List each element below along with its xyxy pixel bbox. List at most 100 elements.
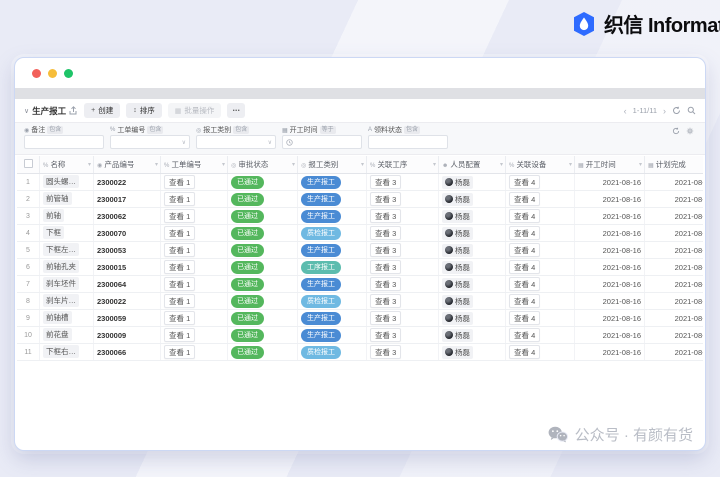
column-header-5[interactable]: ◎ 报工类别 ▾	[297, 156, 367, 174]
column-header-6[interactable]: % 关联工序 ▾	[366, 156, 439, 174]
name-cell[interactable]: 前轴槽	[39, 309, 94, 327]
name-cell[interactable]: 下框左…	[39, 241, 94, 259]
name-cell[interactable]: 前轴	[39, 207, 94, 225]
sort-button[interactable]: ↕ 排序	[126, 103, 162, 118]
share-icon[interactable]	[69, 106, 78, 115]
view-process-button[interactable]: 查看 3	[370, 209, 402, 223]
filter-operator-badge[interactable]: 包含	[233, 126, 250, 134]
search-icon[interactable]	[687, 106, 696, 115]
view-process-button[interactable]: 查看 3	[370, 328, 402, 342]
column-header-4[interactable]: ◎ 审批状态 ▾	[227, 156, 298, 174]
column-caret-icon[interactable]: ▾	[500, 161, 503, 168]
page-prev-icon[interactable]: ‹	[624, 106, 627, 116]
filter-material-status-input[interactable]	[368, 135, 448, 149]
refresh-icon[interactable]	[672, 127, 681, 136]
view-equipment-button[interactable]: 查看 4	[509, 243, 541, 257]
table-row[interactable]: 9 前轴槽 2300059 查看 1 已通过 生产报工 查看 3 杨磊 查看 4 2021-08-…	[17, 309, 703, 327]
view-equipment-button[interactable]: 查看 4	[509, 192, 541, 206]
table-row[interactable]: 11 下框右… 2300066 查看 1 已通过 质检报工 查看 3 杨磊 查看 4 2021-0…	[17, 343, 703, 361]
filter-start-time-input[interactable]	[282, 135, 362, 149]
name-cell[interactable]: 下框右…	[39, 343, 94, 361]
minimize-window-button[interactable]	[48, 68, 57, 78]
select-all-header[interactable]	[17, 156, 40, 174]
view-work-order-button[interactable]: 查看 1	[164, 260, 196, 274]
page-next-icon[interactable]: ›	[663, 106, 666, 116]
gear-icon[interactable]	[686, 127, 695, 136]
column-caret-icon[interactable]: ▾	[569, 161, 572, 168]
table-row[interactable]: 3 前轴 2300062 查看 1 已通过 生产报工 查看 3 杨磊 查看 4 2021-08-1…	[17, 207, 703, 225]
table-row[interactable]: 2 前管轴 2300017 查看 1 已通过 生产报工 查看 3 杨磊 查看 4 2021-08-…	[17, 190, 703, 208]
column-header-9[interactable]: ▦ 开工时间 ▾	[574, 156, 645, 174]
name-cell[interactable]: 刹车片…	[39, 292, 94, 310]
view-work-order-button[interactable]: 查看 1	[164, 175, 196, 189]
view-equipment-button[interactable]: 查看 4	[509, 209, 541, 223]
view-work-order-button[interactable]: 查看 1	[164, 294, 196, 308]
column-caret-icon[interactable]: ▾	[155, 161, 158, 168]
column-caret-icon[interactable]: ▾	[361, 161, 364, 168]
view-equipment-button[interactable]: 查看 4	[509, 226, 541, 240]
view-work-order-button[interactable]: 查看 1	[164, 226, 196, 240]
column-header-8[interactable]: % 关联设备 ▾	[505, 156, 575, 174]
view-equipment-button[interactable]: 查看 4	[509, 328, 541, 342]
column-caret-icon[interactable]: ▾	[639, 161, 642, 168]
filter-work-order-select[interactable]: ∨	[110, 135, 190, 149]
view-process-button[interactable]: 查看 3	[370, 277, 402, 291]
name-cell[interactable]: 前花盘	[39, 326, 94, 344]
select-all-checkbox[interactable]	[23, 159, 33, 168]
table-row[interactable]: 5 下框左… 2300053 查看 1 已通过 生产报工 查看 3 杨磊 查看 4 2021-08…	[17, 241, 703, 259]
column-header-7[interactable]: ☻ 人员配置 ▾	[438, 156, 506, 174]
view-work-order-button[interactable]: 查看 1	[164, 345, 196, 359]
filter-remark-input[interactable]	[24, 135, 104, 149]
view-process-button[interactable]: 查看 3	[370, 311, 402, 325]
column-caret-icon[interactable]: ▾	[292, 161, 295, 168]
view-process-button[interactable]: 查看 3	[370, 243, 402, 257]
view-equipment-button[interactable]: 查看 4	[509, 277, 541, 291]
close-window-button[interactable]	[32, 68, 41, 78]
view-equipment-button[interactable]: 查看 4	[509, 311, 541, 325]
maximize-window-button[interactable]	[64, 68, 73, 78]
view-process-button[interactable]: 查看 3	[370, 192, 402, 206]
column-caret-icon[interactable]: ▾	[433, 161, 436, 168]
table-row[interactable]: 4 下框 2300070 查看 1 已通过 质检报工 查看 3 杨磊 查看 4 2021-08-1…	[17, 224, 703, 242]
view-process-button[interactable]: 查看 3	[370, 345, 402, 359]
column-header-2[interactable]: ◉ 产品编号 ▾	[93, 156, 161, 174]
more-actions-button[interactable]: ⋯	[227, 103, 245, 118]
refresh-icon[interactable]	[672, 106, 681, 115]
view-title[interactable]: ∨ 生产报工	[24, 105, 78, 117]
column-header-3[interactable]: % 工单编号 ▾	[160, 156, 228, 174]
filter-operator-badge[interactable]: 包含	[47, 126, 64, 134]
column-caret-icon[interactable]: ▾	[222, 161, 225, 168]
name-cell[interactable]: 前轴孔夹	[39, 258, 94, 276]
column-header-10[interactable]: ▦ 计划完成▾	[644, 156, 703, 174]
view-equipment-button[interactable]: 查看 4	[509, 260, 541, 274]
view-process-button[interactable]: 查看 3	[370, 175, 402, 189]
name-cell[interactable]: 刹车坯件	[39, 275, 94, 293]
view-work-order-button[interactable]: 查看 1	[164, 311, 196, 325]
name-cell[interactable]: 圆头螺…	[39, 173, 94, 191]
view-work-order-button[interactable]: 查看 1	[164, 277, 196, 291]
view-process-button[interactable]: 查看 3	[370, 226, 402, 240]
table-row[interactable]: 1 圆头螺… 2300022 查看 1 已通过 生产报工 查看 3 杨磊 查看 4 2021-08…	[17, 173, 703, 191]
name-cell[interactable]: 下框	[39, 224, 94, 242]
view-equipment-button[interactable]: 查看 4	[509, 345, 541, 359]
view-process-button[interactable]: 查看 3	[370, 260, 402, 274]
name-cell[interactable]: 前管轴	[39, 190, 94, 208]
view-process-button[interactable]: 查看 3	[370, 294, 402, 308]
filter-operator-badge[interactable]: 等于	[319, 126, 336, 134]
filter-operator-badge[interactable]: 包含	[147, 126, 164, 134]
view-equipment-button[interactable]: 查看 4	[509, 175, 541, 189]
create-button[interactable]: + 创建	[84, 103, 121, 118]
view-equipment-button[interactable]: 查看 4	[509, 294, 541, 308]
filter-operator-badge[interactable]: 包含	[404, 126, 421, 134]
column-caret-icon[interactable]: ▾	[88, 161, 91, 168]
view-work-order-button[interactable]: 查看 1	[164, 328, 196, 342]
table-row[interactable]: 8 刹车片… 2300022 查看 1 已通过 质检报工 查看 3 杨磊 查看 4 2021-08…	[17, 292, 703, 310]
table-row[interactable]: 10 前花盘 2300009 查看 1 已通过 生产报工 查看 3 杨磊 查看 4 2021-08…	[17, 326, 703, 344]
column-header-1[interactable]: % 名称 ▾	[39, 156, 94, 174]
filter-report-category-select[interactable]: ∨	[196, 135, 276, 149]
view-work-order-button[interactable]: 查看 1	[164, 209, 196, 223]
view-work-order-button[interactable]: 查看 1	[164, 192, 196, 206]
view-work-order-button[interactable]: 查看 1	[164, 243, 196, 257]
table-row[interactable]: 7 刹车坯件 2300064 查看 1 已通过 生产报工 查看 3 杨磊 查看 4 2021-08…	[17, 275, 703, 293]
table-row[interactable]: 6 前轴孔夹 2300015 查看 1 已通过 工序报工 查看 3 杨磊 查看 4 2021-08…	[17, 258, 703, 276]
